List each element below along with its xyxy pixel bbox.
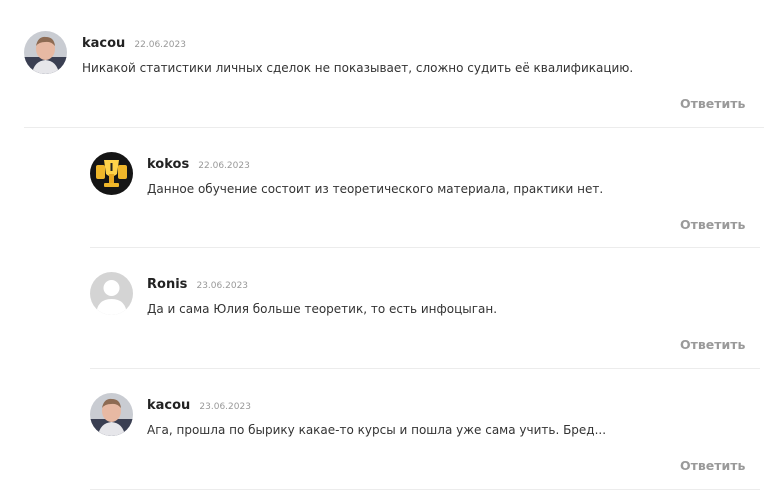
comment-text: Никакой статистики личных сделок не пока… [82, 61, 634, 75]
reply-button[interactable]: Ответить [680, 96, 745, 111]
divider [90, 489, 760, 490]
divider [90, 368, 760, 369]
comment-list: kacou 22.06.2023 Никакой статистики личн… [0, 0, 773, 495]
avatar[interactable] [90, 272, 133, 315]
divider [24, 127, 764, 128]
comment-date: 22.06.2023 [134, 40, 186, 50]
comment-meta: kokos 22.06.2023 [147, 153, 250, 172]
comment-author[interactable]: kokos [147, 157, 189, 172]
trophy-icon [90, 152, 133, 195]
reply-button[interactable]: Ответить [680, 337, 745, 352]
default-user-icon [90, 272, 133, 315]
divider [90, 247, 760, 248]
comment-author[interactable]: Ronis [147, 277, 187, 292]
comment-meta: kacou 22.06.2023 [82, 32, 186, 51]
comment-text: Да и сама Юлия больше теоретик, то есть … [147, 302, 498, 316]
reply-button[interactable]: Ответить [680, 458, 745, 473]
avatar[interactable] [90, 152, 133, 195]
comment-date: 23.06.2023 [199, 402, 251, 412]
comment-author[interactable]: kacou [82, 36, 125, 51]
comment-date: 22.06.2023 [198, 161, 250, 171]
comment-text: Данное обучение состоит из теоретическог… [147, 182, 604, 196]
comment-author[interactable]: kacou [147, 398, 190, 413]
comment-meta: Ronis 23.06.2023 [147, 273, 248, 292]
person-photo-icon [24, 31, 67, 74]
reply-button[interactable]: Ответить [680, 217, 745, 232]
comment-text: Ага, прошла по бырику какае-то курсы и п… [147, 423, 607, 437]
avatar[interactable] [24, 31, 67, 74]
avatar[interactable] [90, 393, 133, 436]
comment-date: 23.06.2023 [196, 281, 249, 291]
person-photo-icon [90, 393, 133, 436]
comment-meta: kacou 23.06.2023 [147, 394, 251, 413]
